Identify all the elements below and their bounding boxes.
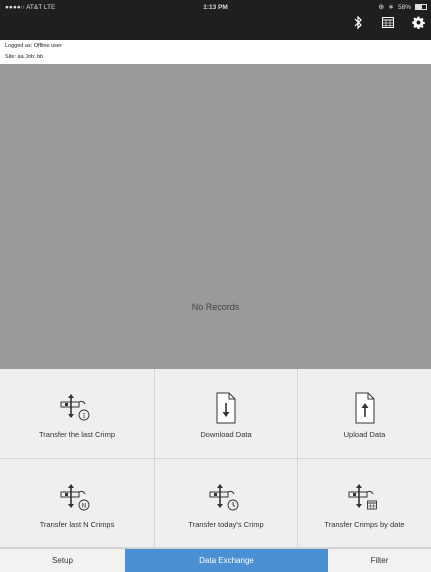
transfer-last-crimp-button[interactable]: 1 Transfer the last Crimp: [0, 369, 155, 459]
transfer-last-crimp-label: Transfer the last Crimp: [39, 430, 115, 439]
status-right: ⊕ ∗ 58%: [378, 3, 427, 11]
gear-icon[interactable]: [411, 15, 425, 29]
download-file-icon: [155, 391, 297, 425]
site-job-label: Site: aa Job: bb: [5, 54, 44, 60]
transfer-by-date-icon: [298, 481, 431, 515]
transfer-todays-crimp-label: Transfer today's Crimp: [188, 520, 264, 529]
battery-percent: 58%: [397, 3, 411, 11]
status-bluetooth-icon: ⊕: [378, 4, 385, 11]
top-bar: ●●●●○ AT&T LTE 1:13 PM ⊕ ∗ 58%: [0, 0, 431, 40]
tab-filter[interactable]: Filter: [328, 549, 431, 572]
upload-data-button[interactable]: Upload Data: [298, 369, 431, 459]
svg-text:1: 1: [82, 413, 86, 420]
transfer-n-icon: N: [0, 481, 154, 515]
transfer-last-icon: 1: [0, 391, 154, 425]
tab-data-exchange[interactable]: Data Exchange: [125, 549, 328, 572]
transfer-crimps-by-date-label: Transfer Crimps by date: [324, 520, 405, 529]
battery-icon: [415, 4, 427, 10]
status-bluetooth-small-icon: ∗: [388, 4, 394, 11]
upload-data-label: Upload Data: [343, 430, 386, 439]
bluetooth-icon[interactable]: [351, 15, 365, 29]
logged-as-label: Logged as: Offline user: [5, 43, 62, 49]
upload-file-icon: [298, 391, 431, 425]
transfer-todays-crimp-button[interactable]: Transfer today's Crimp: [155, 459, 298, 548]
action-grid: 1 Transfer the last Crimp Download Data …: [0, 369, 431, 548]
transfer-crimps-by-date-button[interactable]: Transfer Crimps by date: [298, 459, 431, 548]
calendar-icon[interactable]: [381, 15, 395, 29]
battery-fill: [416, 5, 422, 9]
no-records-label: No Records: [191, 302, 240, 312]
transfer-last-n-crimps-label: Transfer last N Crimps: [39, 520, 115, 529]
tab-setup[interactable]: Setup: [0, 549, 125, 572]
transfer-today-icon: [155, 481, 297, 515]
records-panel[interactable]: No Records: [0, 64, 431, 369]
transfer-last-n-crimps-button[interactable]: N Transfer last N Crimps: [0, 459, 155, 548]
header-icons: [351, 15, 425, 29]
status-bar: ●●●●○ AT&T LTE 1:13 PM ⊕ ∗ 58%: [0, 0, 431, 16]
download-data-label: Download Data: [200, 430, 252, 439]
download-data-button[interactable]: Download Data: [155, 369, 298, 459]
clock-label: 1:13 PM: [203, 4, 228, 11]
bottom-tab-bar: Setup Data Exchange Filter: [0, 548, 431, 572]
n-badge: N: [82, 503, 87, 510]
